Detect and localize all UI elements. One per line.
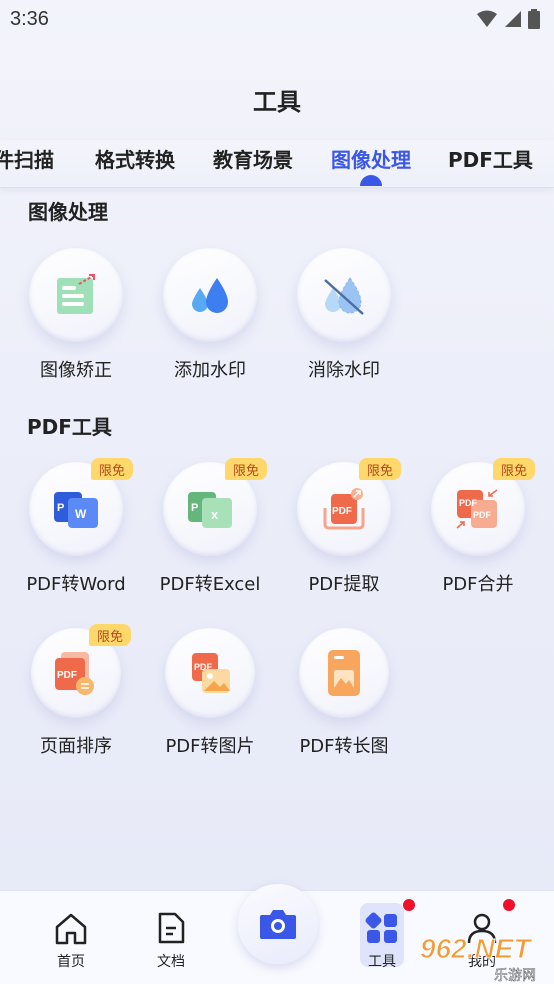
pdf-to-long-image-icon <box>328 650 360 696</box>
tool-icon-wrap: 限免 PDF <box>31 624 131 718</box>
tool-icon-wrap: PDF <box>165 628 255 718</box>
nav-home[interactable]: 首页 <box>41 911 101 971</box>
free-badge: 限免 <box>493 458 535 480</box>
tool-pdf-extract[interactable]: 限免 PDF PDF提取 <box>279 458 409 596</box>
tool-label: PDF转长图 <box>299 736 389 757</box>
nav-tools[interactable]: 工具 <box>352 903 412 971</box>
signal-icon <box>505 11 521 27</box>
tab-format-convert[interactable]: 格式转换 <box>95 144 175 173</box>
tool-label: PDF转Excel <box>159 574 261 595</box>
document-icon <box>158 912 185 944</box>
tool-pdf-to-word[interactable]: 限免 P W PDF转Word <box>11 458 141 596</box>
tool-image-correction[interactable]: 图像矫正 <box>11 248 141 382</box>
tool-pdf-to-image[interactable]: PDF PDF转图片 <box>145 628 275 758</box>
tab-image-processing[interactable]: 图像处理 <box>331 144 411 173</box>
section-title-image: 图像处理 <box>28 200 108 224</box>
tool-label: 消除水印 <box>308 360 380 381</box>
tool-label: PDF转图片 <box>165 736 255 757</box>
add-watermark-icon <box>192 278 228 313</box>
svg-text:x: x <box>211 507 219 522</box>
status-icons <box>476 9 540 29</box>
tab-pdf-tools[interactable]: PDF工具 <box>448 144 533 173</box>
tool-pdf-to-long-image[interactable]: PDF转长图 <box>279 628 409 758</box>
tool-label: 图像矫正 <box>40 360 112 381</box>
pdf-to-excel-icon: P x <box>188 492 232 528</box>
nav-tools-label: 工具 <box>368 954 396 970</box>
tool-label: PDF转Word <box>26 574 126 595</box>
profile-notification-dot <box>503 899 515 911</box>
free-badge: 限免 <box>89 624 131 646</box>
svg-text:P: P <box>57 502 64 514</box>
nav-docs-label: 文档 <box>157 954 185 970</box>
tool-label: 页面排序 <box>40 736 112 757</box>
watermark-subtext: 乐游网 <box>494 968 536 984</box>
section-title-pdf: PDF工具 <box>27 415 112 439</box>
page-title: 工具 <box>253 88 301 116</box>
image-correction-icon <box>57 274 95 314</box>
tool-add-watermark[interactable]: 添加水印 <box>145 248 275 382</box>
status-bar: 3:36 <box>0 0 554 38</box>
free-badge: 限免 <box>225 458 267 480</box>
page-sort-icon: PDF <box>55 652 94 695</box>
battery-icon <box>528 9 540 29</box>
tool-pdf-to-excel[interactable]: 限免 P x PDF转Excel <box>145 458 275 596</box>
pdf-to-word-icon: P W <box>54 492 98 528</box>
nav-home-label: 首页 <box>57 954 85 970</box>
tool-icon-wrap: 限免 PDF PDF <box>431 458 535 556</box>
tool-icon-wrap: 限免 P x <box>163 458 267 556</box>
tab-scan[interactable]: 件扫描 <box>0 144 54 173</box>
tool-icon-wrap <box>163 248 257 342</box>
camera-button[interactable] <box>238 884 318 964</box>
watermark-logo: 962.NET 乐游网 <box>420 933 537 984</box>
pdf-merge-icon: PDF PDF <box>456 489 498 529</box>
tools-grid-icon <box>365 912 397 943</box>
tool-label: 添加水印 <box>174 360 246 381</box>
svg-text:PDF: PDF <box>332 506 352 517</box>
nav-docs[interactable]: 文档 <box>141 911 201 971</box>
tool-icon-wrap <box>297 248 391 342</box>
tool-label: PDF合并 <box>442 574 514 595</box>
svg-text:PDF: PDF <box>473 510 492 520</box>
tool-icon-wrap: 限免 P W <box>29 458 133 556</box>
status-time: 3:36 <box>10 7 49 30</box>
svg-text:W: W <box>75 507 87 521</box>
svg-text:PDF: PDF <box>459 498 478 508</box>
tool-remove-watermark[interactable]: 消除水印 <box>279 248 409 382</box>
tool-page-sort[interactable]: 限免 PDF 页面排序 <box>11 624 141 758</box>
svg-text:P: P <box>191 502 198 514</box>
free-badge: 限免 <box>359 458 401 480</box>
tool-label: PDF提取 <box>308 574 380 595</box>
remove-watermark-icon <box>324 277 364 315</box>
tools-notification-dot <box>403 899 415 911</box>
category-tabs: 件扫描 格式转换 教育场景 图像处理 PDF工具 <box>0 140 554 188</box>
free-badge: 限免 <box>91 458 133 480</box>
camera-icon <box>260 910 296 939</box>
tool-icon-wrap <box>29 248 123 342</box>
home-icon <box>55 913 87 945</box>
pdf-extract-icon: PDF <box>323 488 365 530</box>
svg-text:PDF: PDF <box>57 670 77 681</box>
tool-icon-wrap: 限免 PDF <box>297 458 401 556</box>
site-watermark: 962.NET 乐游网 <box>416 930 554 984</box>
watermark-text: 962.NET <box>420 933 533 964</box>
pdf-to-image-icon: PDF <box>192 653 230 693</box>
tab-education[interactable]: 教育场景 <box>213 144 293 173</box>
tool-icon-wrap <box>299 628 389 718</box>
wifi-icon <box>477 10 497 27</box>
tool-pdf-merge[interactable]: 限免 PDF PDF PDF合并 <box>413 458 543 596</box>
